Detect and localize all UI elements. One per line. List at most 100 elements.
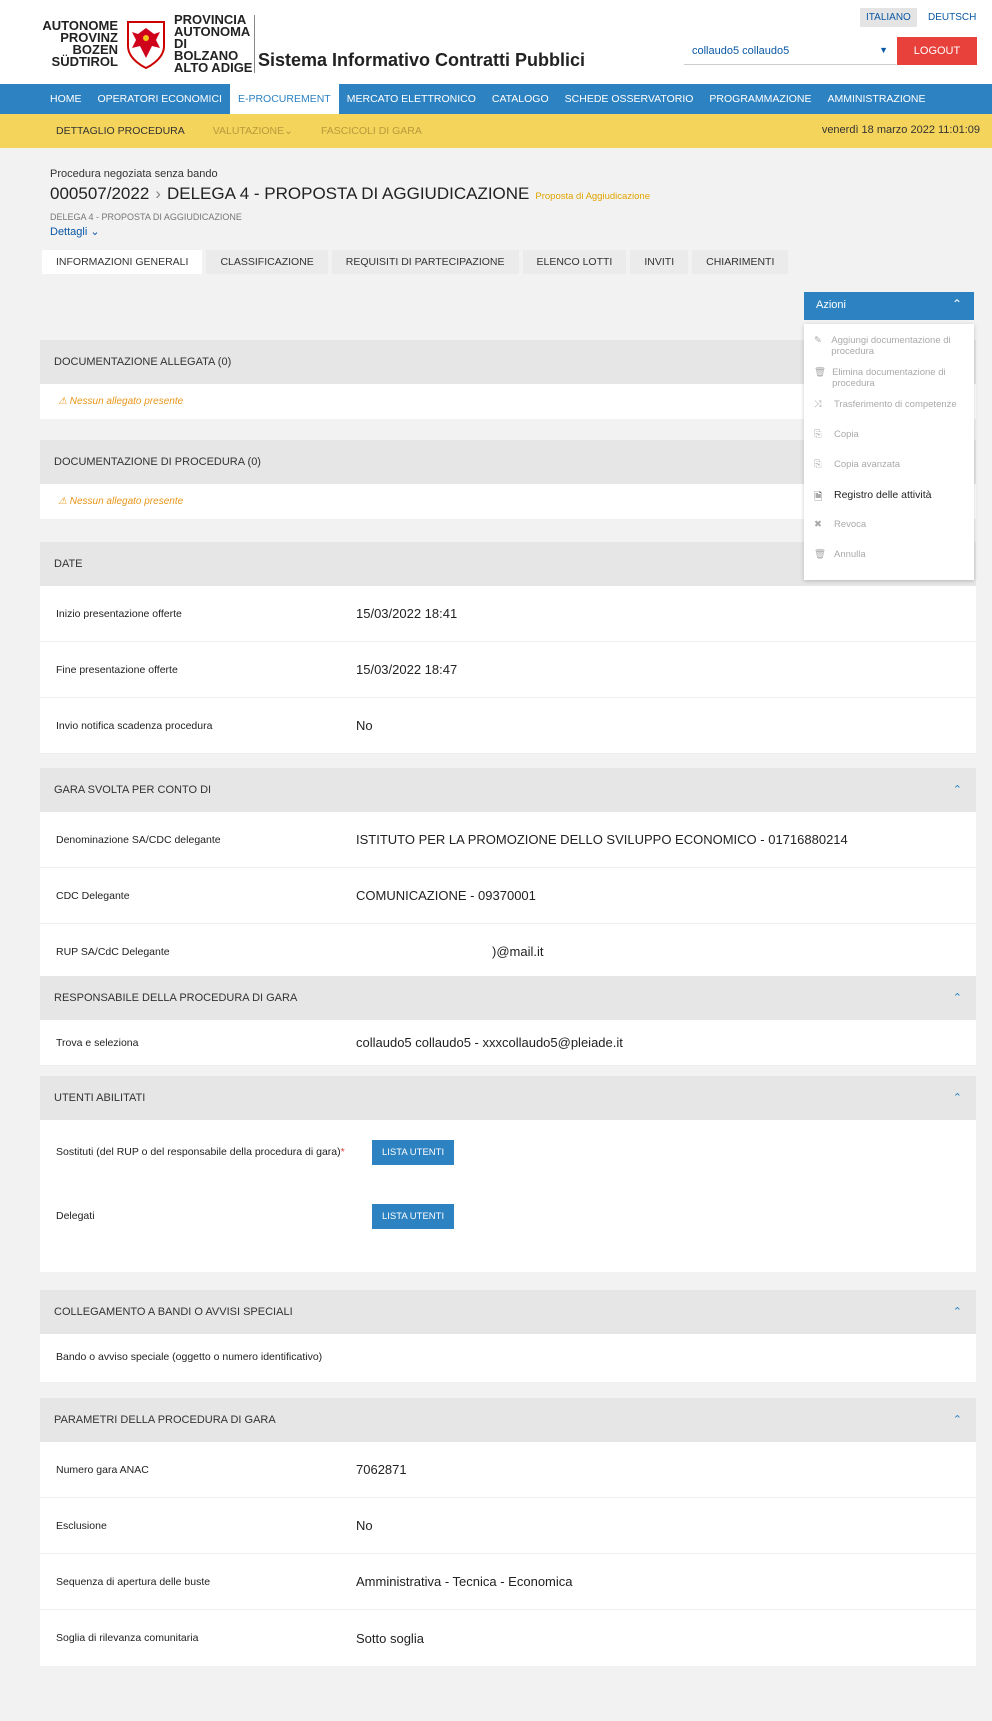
action-label: Elimina documentazione di procedura	[832, 367, 946, 389]
tab-chiarimenti[interactable]: CHIARIMENTI	[692, 250, 789, 274]
nav-e-procurement[interactable]: E-PROCUREMENT	[229, 84, 339, 114]
field-label: RUP SA/CdC Delegante	[56, 945, 170, 958]
eagle-shield-icon	[124, 18, 168, 70]
action-label: Trasferimento di competenze	[834, 399, 957, 410]
procedure-subtitle: DELEGA 4 - PROPOSTA DI AGGIUDICAZIONE	[50, 212, 242, 222]
action-item[interactable]: 🗑 Annulla	[804, 544, 974, 574]
field-value: LISTA UTENTI	[356, 1203, 455, 1229]
field-row: Fine presentazione offerte 15/03/2022 18:…	[40, 642, 976, 698]
field-row: Bando o avviso speciale (oggetto o numer…	[40, 1334, 976, 1380]
user-select[interactable]: collaudo5 collaudo5 ▼	[684, 39, 896, 65]
section-title[interactable]: UTENTI ABILITATI ⌃	[40, 1076, 976, 1120]
warning-icon: ⚠	[58, 396, 70, 407]
field-row: Soglia di rilevanza comunitaria Sotto sog…	[40, 1610, 976, 1666]
action-item[interactable]: ⎘ Copia	[804, 424, 974, 454]
field-row: Trova e seleziona collaudo5 collaudo5 - x…	[40, 1020, 976, 1066]
field-row: Inizio presentazione offerte 15/03/2022 1…	[40, 586, 976, 642]
section-responsabile: RESPONSABILE DELLA PROCEDURA DI GARA ⌃ Tr…	[40, 976, 976, 1066]
action-label: Aggiungi documentazione di procedura	[831, 335, 951, 357]
revoke-icon: ✖	[814, 519, 822, 530]
subnav-fascicoli-di-gara[interactable]: FASCICOLI DI GARA	[307, 125, 436, 137]
required-mark: *	[340, 1146, 345, 1158]
lang-german-button[interactable]: DEUTSCH	[922, 8, 982, 27]
action-item[interactable]: ⤨ Trasferimento di competenze	[804, 394, 974, 424]
header: AUTONOME PROVINZ BOZEN SÜDTIROL PROVINCI…	[0, 0, 992, 84]
action-item[interactable]: ✖ Revoca	[804, 514, 974, 544]
logo-text-italian: PROVINCIA AUTONOMA DI BOLZANO ALTO ADIGE	[174, 12, 253, 75]
tab-elenco-lotti[interactable]: ELENCO LOTTI	[522, 250, 627, 274]
section-title[interactable]: PARAMETRI DELLA PROCEDURA DI GARA ⌃	[40, 1398, 976, 1442]
field-value[interactable]: collaudo5 collaudo5 - xxxcollaudo5@pleia…	[356, 1035, 623, 1050]
action-item[interactable]: 🗑 Elimina documentazione di procedura	[804, 362, 974, 394]
chevron-up-icon[interactable]: ⌃	[953, 1398, 962, 1442]
nav-catalogo[interactable]: CATALOGO	[484, 84, 557, 114]
province-logo[interactable]: AUTONOME PROVINZ BOZEN SÜDTIROL PROVINCI…	[42, 12, 263, 75]
nav-schede-osservatorio[interactable]: SCHEDE OSSERVATORIO	[557, 84, 702, 114]
tab-inviti[interactable]: INVITI	[630, 250, 689, 274]
chevron-up-icon[interactable]: ⌃	[953, 976, 962, 1020]
field-value: 15/03/2022 18:41	[356, 606, 458, 621]
chevron-down-icon: ⌄	[90, 226, 100, 238]
chevron-up-icon[interactable]: ⌃	[953, 768, 962, 812]
section-title[interactable]: GARA SVOLTA PER CONTO DI ⌃	[40, 768, 976, 812]
chevron-down-icon: ⌄	[284, 125, 293, 137]
action-label: Copia	[834, 429, 859, 440]
chevron-up-icon[interactable]: ⌃	[953, 1076, 962, 1120]
user-name: collaudo5 collaudo5	[692, 45, 790, 57]
field-row: Numero gara ANAC 7062871	[40, 1442, 976, 1498]
chevron-up-icon: ⌃	[951, 297, 962, 311]
field-label: Numero gara ANAC	[56, 1463, 149, 1476]
field-row: Sequenza di apertura delle buste Amminist…	[40, 1554, 976, 1610]
edit-icon: ✎	[814, 335, 822, 346]
tab-classificazione[interactable]: CLASSIFICAZIONE	[206, 250, 328, 274]
section-utenti-abilitati: UTENTI ABILITATI ⌃ Sostituti (del RUP o d…	[40, 1076, 976, 1272]
logo-divider	[254, 15, 255, 73]
field-label: Delegati	[56, 1210, 95, 1222]
action-label: Annulla	[834, 549, 866, 560]
nav-amministrazione[interactable]: AMMINISTRAZIONE	[820, 84, 934, 114]
procedure-tabs: INFORMAZIONI GENERALI CLASSIFICAZIONE RE…	[42, 250, 792, 274]
field-value: No	[356, 1518, 373, 1533]
copy-advanced-icon: ⎘	[814, 459, 822, 470]
lista-utenti-delegati-button[interactable]: LISTA UTENTI	[372, 1203, 455, 1229]
app-title: Sistema Informativo Contratti Pubblici	[258, 50, 586, 70]
field-label: Invio notifica scadenza procedura	[56, 719, 213, 732]
logout-button[interactable]: LOGOUT	[897, 37, 977, 65]
lista-utenti-sostituti-button[interactable]: LISTA UTENTI	[372, 1139, 455, 1165]
field-row: Esclusione No	[40, 1498, 976, 1554]
field-row: Sostituti (del RUP o del responsabile de…	[40, 1120, 976, 1184]
action-item[interactable]: 🗎 Registro delle attività	[804, 484, 974, 514]
field-row: Delegati LISTA UTENTI	[40, 1184, 976, 1248]
tab-informazioni-generali[interactable]: INFORMAZIONI GENERALI	[42, 250, 203, 274]
actions-menu: ✎ Aggiungi documentazione di procedura 🗑 El…	[804, 324, 974, 580]
action-item[interactable]: ⎘ Copia avanzata	[804, 454, 974, 484]
current-datetime: venerdì 18 marzo 2022 11:01:09	[821, 124, 980, 136]
section-title[interactable]: RESPONSABILE DELLA PROCEDURA DI GARA ⌃	[40, 976, 976, 1020]
section-parametri: PARAMETRI DELLA PROCEDURA DI GARA ⌃ Numer…	[40, 1398, 976, 1666]
section-title[interactable]: COLLEGAMENTO A BANDI O AVVISI SPECIALI ⌃	[40, 1290, 976, 1334]
nav-programmazione[interactable]: PROGRAMMAZIONE	[701, 84, 819, 114]
actions-button[interactable]: Azioni ⌃	[804, 292, 974, 320]
action-item[interactable]: ✎ Aggiungi documentazione di procedura	[804, 330, 974, 362]
field-label: Esclusione	[56, 1519, 107, 1532]
lang-italian-button[interactable]: ITALIANO	[860, 8, 917, 27]
main-nav: HOME OPERATORI ECONOMICI E-PROCUREMENT M…	[0, 84, 992, 114]
chevron-right-icon: ›	[155, 184, 161, 203]
field-label: Sostituti (del RUP o del responsabile de…	[56, 1146, 345, 1158]
tab-requisiti[interactable]: REQUISITI DI PARTECIPAZIONE	[331, 250, 519, 274]
nav-operatori-economici[interactable]: OPERATORI ECONOMICI	[90, 84, 230, 114]
chevron-up-icon[interactable]: ⌃	[953, 1290, 962, 1334]
field-value: LISTA UTENTI	[356, 1139, 455, 1165]
nav-mercato-elettronico[interactable]: MERCATO ELETTRONICO	[339, 84, 484, 114]
details-toggle[interactable]: Dettagli ⌄	[50, 225, 100, 238]
procedure-header: Procedura negoziata senza bando 000507/2…	[0, 148, 992, 274]
procedure-title: 000507/2022 › DELEGA 4 - PROPOSTA DI AGGIU…	[50, 184, 650, 204]
nav-home[interactable]: HOME	[42, 84, 90, 114]
section-collegamento: COLLEGAMENTO A BANDI O AVVISI SPECIALI ⌃ …	[40, 1290, 976, 1382]
caret-down-icon: ▼	[879, 45, 888, 55]
action-label: Registro delle attività	[834, 489, 932, 501]
document-icon: 🗎	[814, 491, 823, 503]
subnav-dettaglio-procedura[interactable]: DETTAGLIO PROCEDURA	[42, 125, 199, 137]
subnav-valutazione[interactable]: VALUTAZIONE⌄	[199, 125, 307, 137]
field-value: Sotto soglia	[356, 1630, 424, 1646]
